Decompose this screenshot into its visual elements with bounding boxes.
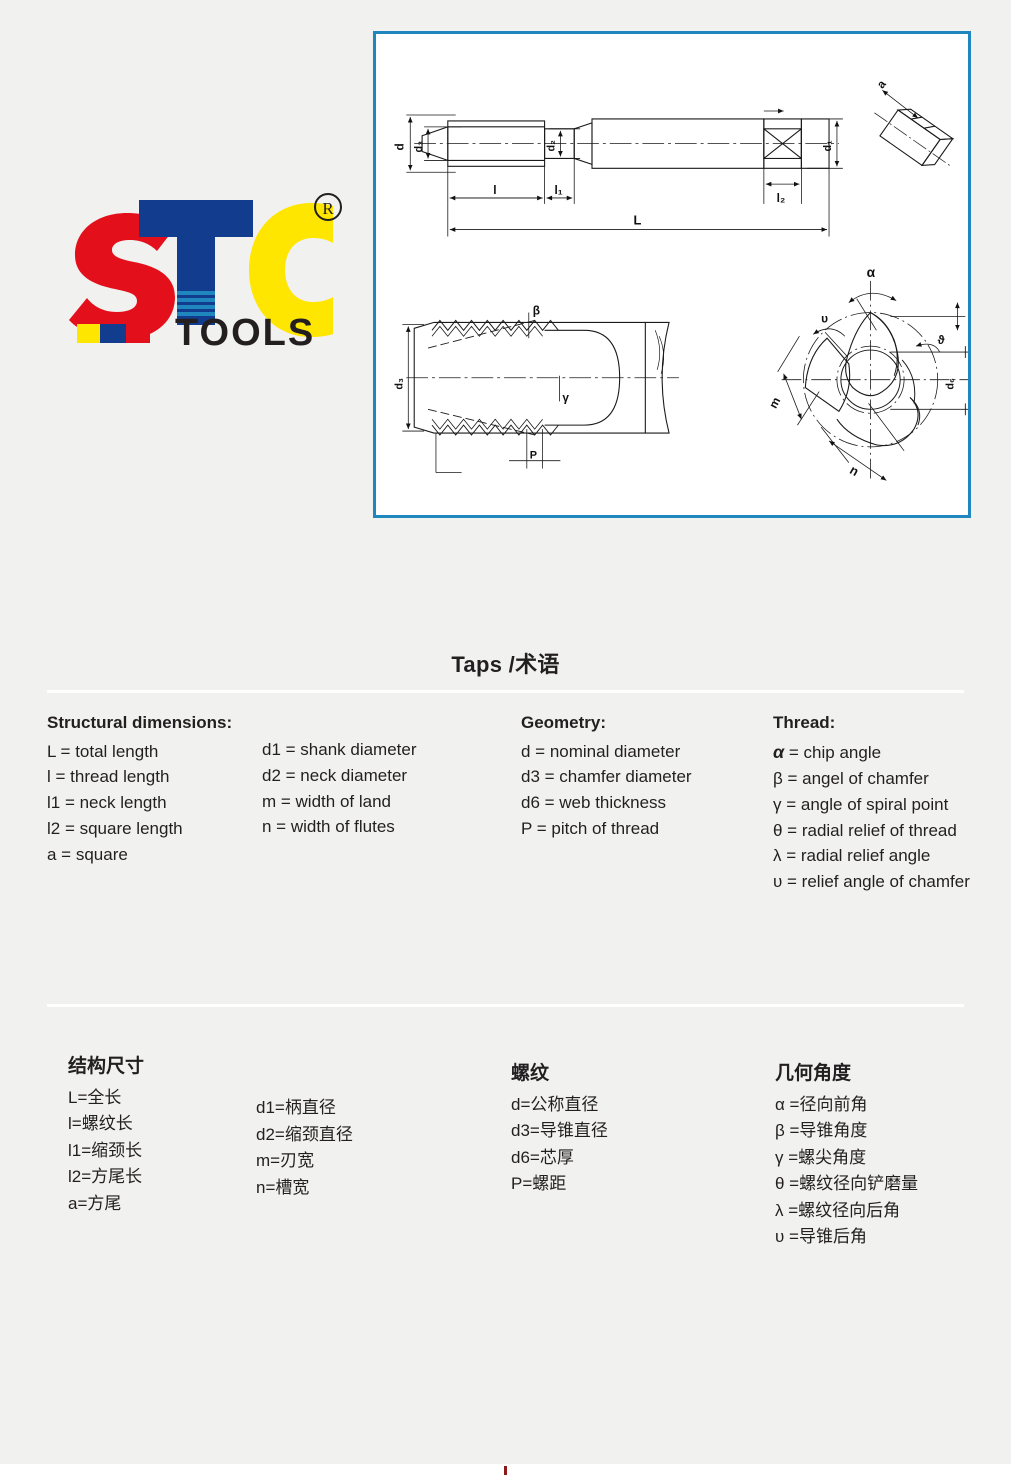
section-thread-en: Thread: α = chip angle β = angel of cham… (773, 711, 1008, 895)
term-a-cn: a=方尾 (68, 1193, 122, 1213)
label-d: d (392, 143, 406, 150)
technical-drawing-frame: d d₃ d₂ d₁ l l₁ l₂ L a d₃ β γ P α υ ϑ m … (373, 31, 971, 518)
term-gamma-cn: γ =螺尖角度 (775, 1147, 867, 1167)
label-a: a (874, 77, 889, 91)
term-a: a = square (47, 844, 128, 864)
label-d1: d₁ (822, 140, 834, 152)
term-d2-cn: d2=缩颈直径 (256, 1124, 353, 1144)
page-bottom-mark (504, 1466, 507, 1475)
label-l1: l₁ (554, 183, 562, 197)
tap-technical-drawing: d d₃ d₂ d₁ l l₁ l₂ L a d₃ β γ P α υ ϑ m … (392, 77, 968, 481)
logo-tools-text: TOOLS (175, 312, 315, 354)
term-beta-cn: β =导锥角度 (775, 1121, 868, 1141)
logo-artwork: TOOLS R (69, 193, 342, 354)
term-P: P = pitch of thread (521, 819, 660, 839)
label-gamma: γ (562, 390, 569, 404)
term-l-cn: l=螺纹长 (68, 1114, 133, 1134)
heading-structural-dimensions: Structural dimensions: (47, 713, 233, 732)
term-d3: d3 = chamfer diameter (521, 767, 692, 787)
heading-structural-dimensions-cn: 结构尺寸 (68, 1056, 145, 1077)
term-l2-cn: l2=方尾长 (68, 1167, 143, 1187)
term-l2: l2 = square length (47, 819, 183, 839)
term-gamma: γ = angle of spiral point (773, 794, 949, 814)
term-beta: β = angel of chamfer (773, 769, 929, 788)
section-structural-dimensions-en-col2: d1 = shank diameter d2 = neck diameter m… (262, 737, 512, 840)
term-l1: l1 = neck length (47, 793, 167, 813)
label-n: n (847, 462, 861, 479)
stc-tools-logo: TOOLS R (57, 185, 357, 360)
term-L: L = total length (47, 741, 159, 761)
label-theta: ϑ (938, 333, 945, 347)
label-P: P (530, 450, 537, 462)
term-d1: d1 = shank diameter (262, 740, 417, 759)
section-thread-cn: 螺纹 d=公称直径 d3=导锥直径 d6=芯厚 P=螺距 (511, 1060, 741, 1198)
term-lambda-cn: λ =螺纹径向后角 (775, 1200, 901, 1220)
logo-color-bar (77, 324, 150, 343)
symbol-alpha: α (773, 741, 785, 762)
term-alpha: α = chip angle (773, 739, 1008, 766)
label-d2: d₂ (545, 140, 557, 152)
term-d3-cn: d3=导锥直径 (511, 1121, 608, 1141)
heading-thread: Thread: (773, 713, 836, 732)
term-n-cn: n=槽宽 (256, 1177, 310, 1197)
label-upsilon: υ (821, 311, 828, 325)
label-L: L (633, 213, 641, 228)
label-m: m (766, 395, 783, 411)
term-m-cn: m=刃宽 (256, 1151, 315, 1171)
term-d1-cn: d1=柄直径 (256, 1098, 336, 1117)
section-structural-dimensions-cn-col2: d1=柄直径 d2=缩颈直径 m=刃宽 n=槽宽 (256, 1095, 476, 1201)
term-L-cn: L=全长 (68, 1087, 122, 1107)
page-title: Taps /术语 (451, 652, 560, 677)
label-beta: β (533, 304, 540, 318)
label-l2: l₂ (777, 191, 786, 205)
term-alpha-text: = chip angle (784, 742, 882, 762)
label-d3-mid: d₃ (393, 378, 405, 390)
label-d3: d₃ (413, 141, 425, 153)
term-theta-cn: θ =螺纹径向铲磨量 (775, 1174, 919, 1194)
term-P-cn: P=螺距 (511, 1174, 567, 1194)
heading-thread-cn: 螺纹 (511, 1063, 550, 1084)
term-upsilon: υ = relief angle of chamfer (773, 872, 970, 892)
heading-geometry: Geometry: (521, 713, 607, 732)
term-alpha-cn: α =径向前角 (775, 1094, 868, 1114)
term-d-cn: d=公称直径 (511, 1094, 599, 1114)
term-m: m = width of land (262, 791, 391, 811)
section-angles-cn: 几何角度 α =径向前角 β =导锥角度 γ =螺尖角度 θ =螺纹径向铲磨量 … (775, 1060, 1010, 1251)
term-theta: θ = radial relief of thread (773, 820, 957, 840)
label-l: l (493, 183, 496, 197)
section-geometry-en: Geometry: d = nominal diameter d3 = cham… (521, 711, 766, 842)
term-upsilon-cn: υ =导锥后角 (775, 1227, 867, 1247)
divider-bottom (47, 1004, 964, 1007)
term-d6: d6 = web thickness (521, 793, 667, 813)
term-d6-cn: d6=芯厚 (511, 1147, 574, 1167)
label-d6: d₆ (944, 378, 956, 390)
section-structural-dimensions-cn: 结构尺寸 L=全长 l=螺纹长 l1=缩颈长 l2=方尾长 a=方尾 (68, 1053, 258, 1217)
divider-top (47, 690, 964, 693)
term-l1-cn: l1=缩颈长 (68, 1140, 143, 1160)
term-d: d = nominal diameter (521, 741, 681, 761)
term-d2: d2 = neck diameter (262, 765, 408, 785)
section-structural-dimensions-en: Structural dimensions: L = total length … (47, 711, 262, 868)
term-lambda: λ = radial relief angle (773, 846, 931, 866)
label-alpha: α (867, 264, 876, 280)
svg-text:R: R (322, 199, 334, 218)
term-n: n = width of flutes (262, 817, 395, 837)
heading-angles-cn: 几何角度 (775, 1063, 852, 1084)
term-l: l = thread length (47, 767, 170, 787)
